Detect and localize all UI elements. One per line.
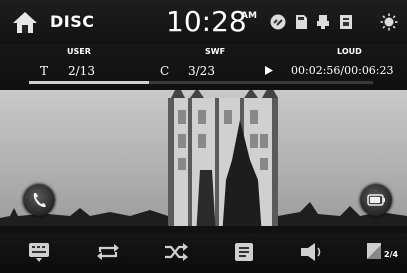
source-title: DISC: [50, 12, 95, 31]
home-icon[interactable]: [12, 10, 38, 34]
chapter-number: 3/23: [188, 64, 215, 78]
user-label: USER: [67, 47, 91, 56]
elapsed-time: 00:02:56/00:06:23: [291, 64, 394, 77]
swf-label: SWF: [205, 47, 226, 56]
sd-card-icon: [296, 15, 307, 29]
repeat-icon[interactable]: [95, 240, 121, 264]
media-player-screen: DISC 10:28 AM USER SWF LOUD T 2/13 C 3/2…: [0, 0, 407, 273]
progress-fill: [29, 81, 150, 84]
status-bar: DISC 10:28 AM: [0, 0, 407, 44]
keyboard-icon[interactable]: [26, 240, 52, 264]
battery-icon: [367, 194, 385, 206]
usb-icon: [317, 15, 329, 29]
disc-file-icon: [340, 15, 352, 29]
brightness-icon[interactable]: [380, 13, 398, 31]
palace-silhouette-image: [0, 90, 407, 236]
list-icon[interactable]: [231, 240, 257, 264]
clock-ampm: AM: [241, 11, 257, 21]
control-bar: [0, 233, 407, 273]
shuffle-icon[interactable]: [163, 240, 189, 264]
battery-button[interactable]: [360, 184, 392, 216]
track-prefix: T: [40, 64, 49, 78]
clock-time: 10:28: [166, 5, 247, 38]
video-frame: [0, 90, 407, 236]
play-icon: [265, 66, 273, 75]
link-icon: [270, 14, 286, 30]
phone-button[interactable]: [23, 184, 55, 216]
loud-label: LOUD: [337, 47, 362, 56]
page-indicator: 2/4: [384, 250, 399, 259]
track-number: 2/13: [68, 64, 95, 78]
progress-bar[interactable]: [29, 81, 373, 84]
speaker-icon[interactable]: [298, 240, 324, 264]
phone-icon: [33, 193, 46, 208]
page-icon[interactable]: [364, 240, 384, 264]
chapter-prefix: C: [160, 64, 170, 78]
